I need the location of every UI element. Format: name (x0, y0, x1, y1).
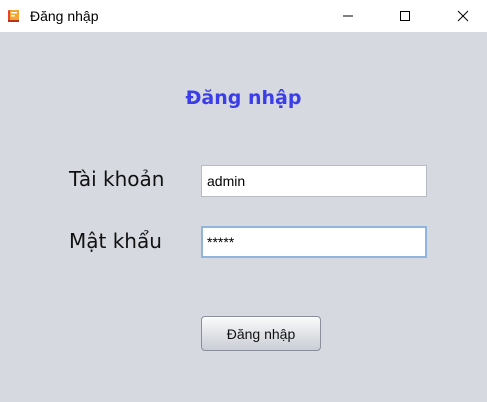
login-window: Đăng nhập Đăng nhập Tài khoản Mật khẩu Đ… (0, 0, 487, 402)
maximize-icon (399, 7, 411, 26)
minimize-button[interactable] (325, 0, 371, 32)
login-button[interactable]: Đăng nhập (201, 316, 321, 351)
password-label: Mật khẩu (69, 229, 162, 253)
app-book-icon (7, 8, 21, 22)
close-button[interactable] (440, 0, 486, 32)
username-field[interactable] (201, 165, 427, 197)
title-bar[interactable]: Đăng nhập (0, 0, 487, 32)
maximize-button[interactable] (382, 0, 428, 32)
window-title: Đăng nhập (30, 8, 99, 24)
username-label: Tài khoản (69, 167, 165, 191)
close-icon (457, 7, 469, 26)
form-heading: Đăng nhập (185, 87, 302, 109)
password-field[interactable] (201, 226, 427, 258)
minimize-icon (342, 7, 354, 26)
